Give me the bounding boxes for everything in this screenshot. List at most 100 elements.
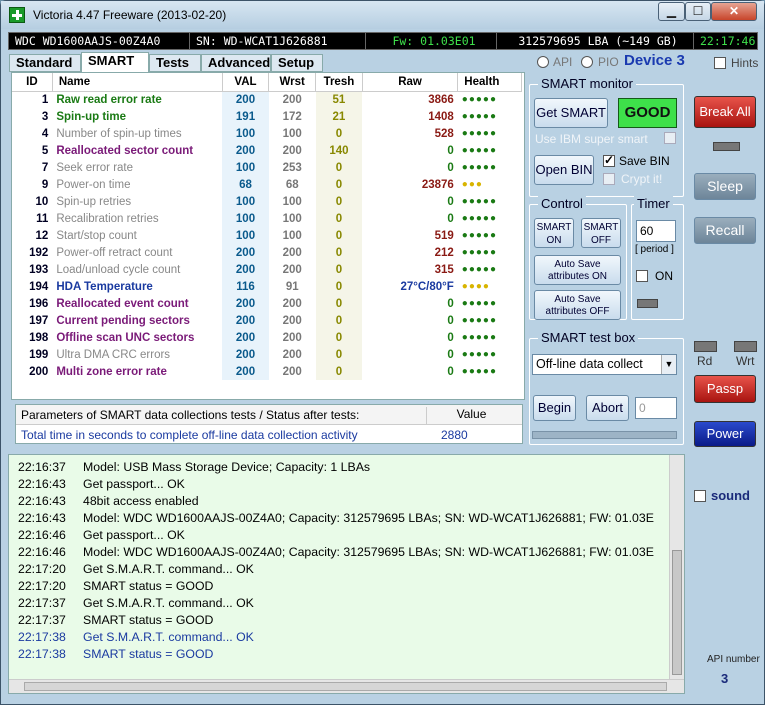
ibm-super-smart-checkbox[interactable] — [664, 132, 676, 144]
crypt-checkbox[interactable] — [603, 173, 615, 185]
save-bin-label: Save BIN — [619, 154, 670, 168]
col-name[interactable]: Name — [52, 73, 223, 92]
smart-off-button[interactable]: SMART OFF — [581, 218, 621, 248]
smart-row[interactable]: 199 Ultra DMA CRC errors 200 200 0 0 ●●●●● — [12, 346, 522, 363]
log-message: SMART status = GOOD — [83, 613, 214, 627]
device-label[interactable]: Device 3 — [624, 52, 685, 69]
log-time: 22:16:46 — [18, 528, 66, 542]
smart-row[interactable]: 12 Start/stop count 100 100 0 519 ●●●●● — [12, 227, 522, 244]
smart-tresh-cell: 51 — [315, 91, 363, 108]
begin-button[interactable]: Begin — [533, 395, 576, 421]
tab-advanced[interactable]: Advanced — [201, 54, 271, 72]
smart-row[interactable]: 197 Current pending sectors 200 200 0 0 ●●●●● — [12, 312, 522, 329]
open-bin-button[interactable]: Open BIN — [534, 155, 594, 185]
smart-wrst-cell: 200 — [282, 263, 302, 276]
log-time: 22:17:37 — [18, 613, 66, 627]
log-line: 22:16:46 Model: WDC WD1600AAJS-00Z4A0; Ca… — [9, 544, 684, 561]
smart-row[interactable]: 4 Number of spin-up times 100 100 0 528 ●●●●● — [12, 125, 522, 142]
smart-row[interactable]: 10 Spin-up retries 100 100 0 0 ●●●●● — [12, 193, 522, 210]
save-bin-checkbox[interactable]: ✓ — [603, 153, 615, 167]
smart-wrst-cell: 253 — [282, 161, 302, 174]
smart-on-button[interactable]: SMART ON — [534, 218, 574, 248]
log-time: 22:17:20 — [18, 562, 66, 576]
smart-health-cell: ●●●●● — [461, 162, 497, 173]
smart-health-cell: ●●●●● — [461, 298, 497, 309]
log-time: 22:16:43 — [18, 511, 66, 525]
smart-id-cell: 198 — [29, 331, 49, 344]
auto-save-on-button[interactable]: Auto Save attributes ON — [534, 255, 621, 285]
timer-input[interactable]: 60 — [636, 220, 676, 242]
get-smart-button[interactable]: Get SMART — [534, 98, 608, 128]
smart-monitor-title: SMART monitor — [538, 76, 636, 91]
smart-test-box-title: SMART test box — [538, 330, 639, 345]
col-raw[interactable]: Raw — [362, 73, 459, 92]
tab-setup[interactable]: Setup — [271, 54, 323, 72]
auto-save-off-button[interactable]: Auto Save attributes OFF — [534, 290, 621, 320]
pio-radio[interactable] — [581, 56, 593, 68]
chevron-down-icon[interactable]: ▼ — [661, 355, 676, 374]
smart-row[interactable]: 193 Load/unload cycle count 200 200 0 315 ●●●●… — [12, 261, 522, 278]
tab-standard[interactable]: Standard — [9, 54, 81, 72]
maximize-button[interactable]: ☐ — [685, 2, 711, 21]
col-tresh[interactable]: Tresh — [315, 73, 363, 92]
smart-row[interactable]: 1 Raw read error rate 200 200 51 3866 ●●●●● — [12, 91, 522, 108]
smart-row[interactable]: 5 Reallocated sector count 200 200 140 0 ●●●●● — [12, 142, 522, 159]
smart-id-cell: 7 — [41, 161, 49, 174]
recall-button[interactable]: Recall — [694, 217, 756, 244]
col-id[interactable]: ID — [12, 73, 53, 92]
sound-checkbox[interactable] — [694, 490, 706, 502]
log-vertical-thumb[interactable] — [672, 550, 682, 675]
crypt-label: Crypt it! — [621, 172, 663, 186]
smart-row[interactable]: 7 Seek error rate 100 253 0 0 ●●●●● — [12, 159, 522, 176]
smart-val-cell: 200 — [222, 363, 269, 380]
log-line: 22:17:20 SMART status = GOOD — [9, 578, 684, 595]
sleep-button[interactable]: Sleep — [694, 173, 756, 200]
break-led-indicator — [713, 142, 740, 151]
smart-raw-cell: 0 — [447, 144, 454, 157]
drive-lba: 312579695 LBA (~149 GB) — [497, 33, 694, 49]
test-number-input[interactable]: 0 — [635, 397, 677, 419]
tab-tests[interactable]: Tests — [149, 54, 201, 72]
log-message: Get S.M.A.R.T. command... OK — [83, 596, 254, 610]
col-val[interactable]: VAL — [222, 73, 270, 92]
smart-row[interactable]: 196 Reallocated event count 200 200 0 0 ●●●●● — [12, 295, 522, 312]
passp-button[interactable]: Passp — [694, 375, 756, 403]
smart-row[interactable]: 198 Offline scan UNC sectors 200 200 0 0 ●●●●● — [12, 329, 522, 346]
smart-health-cell: ●●● — [461, 179, 483, 190]
hints-checkbox[interactable] — [714, 57, 726, 69]
api-number-label: API number — [707, 654, 760, 665]
abort-button[interactable]: Abort — [586, 395, 629, 421]
smart-row[interactable]: 3 Spin-up time 191 172 21 1408 ●●●●● — [12, 108, 522, 125]
timer-on-checkbox[interactable] — [636, 270, 648, 282]
timer-period-label: [ period ] — [635, 244, 674, 255]
col-wrst[interactable]: Wrst — [268, 73, 317, 92]
smart-name-cell: Current pending sectors — [56, 314, 190, 327]
smart-status-indicator: GOOD — [618, 98, 677, 128]
break-all-button[interactable]: Break All — [694, 96, 756, 128]
col-health[interactable]: Health — [457, 73, 522, 92]
tab-smart[interactable]: SMART — [81, 52, 149, 73]
close-button[interactable]: ✕ — [711, 2, 757, 21]
smart-id-cell: 194 — [29, 280, 49, 293]
power-button[interactable]: Power — [694, 421, 756, 447]
smart-raw-cell: 0 — [447, 365, 454, 378]
minimize-button[interactable]: ▁ — [658, 2, 685, 21]
log-time: 22:16:46 — [18, 545, 66, 559]
log-horizontal-scrollbar[interactable] — [9, 679, 684, 693]
log-horizontal-thumb[interactable] — [24, 682, 667, 691]
timer-on-label: ON — [655, 269, 673, 283]
smart-tresh-cell: 0 — [315, 329, 363, 346]
smart-name-cell: Power-on time — [56, 178, 131, 191]
api-radio[interactable] — [537, 56, 549, 68]
smart-health-cell: ●●●●● — [461, 247, 497, 258]
smart-row[interactable]: 194 HDA Temperature 116 91 0 27°C/80°F ●●●● — [12, 278, 522, 295]
smart-val-cell: 200 — [222, 329, 269, 346]
smart-row[interactable]: 9 Power-on time 68 68 0 23876 ●●● — [12, 176, 522, 193]
smart-tresh-cell: 0 — [315, 261, 363, 278]
smart-id-cell: 199 — [29, 348, 49, 361]
test-type-select[interactable]: Off-line data collect ▼ — [532, 354, 677, 375]
smart-row[interactable]: 200 Multi zone error rate 200 200 0 0 ●●●●● — [12, 363, 522, 380]
smart-row[interactable]: 192 Power-off retract count 200 200 0 212 ●●●●… — [12, 244, 522, 261]
log-vertical-scrollbar[interactable] — [669, 455, 684, 680]
smart-row[interactable]: 11 Recalibration retries 100 100 0 0 ●●●●● — [12, 210, 522, 227]
